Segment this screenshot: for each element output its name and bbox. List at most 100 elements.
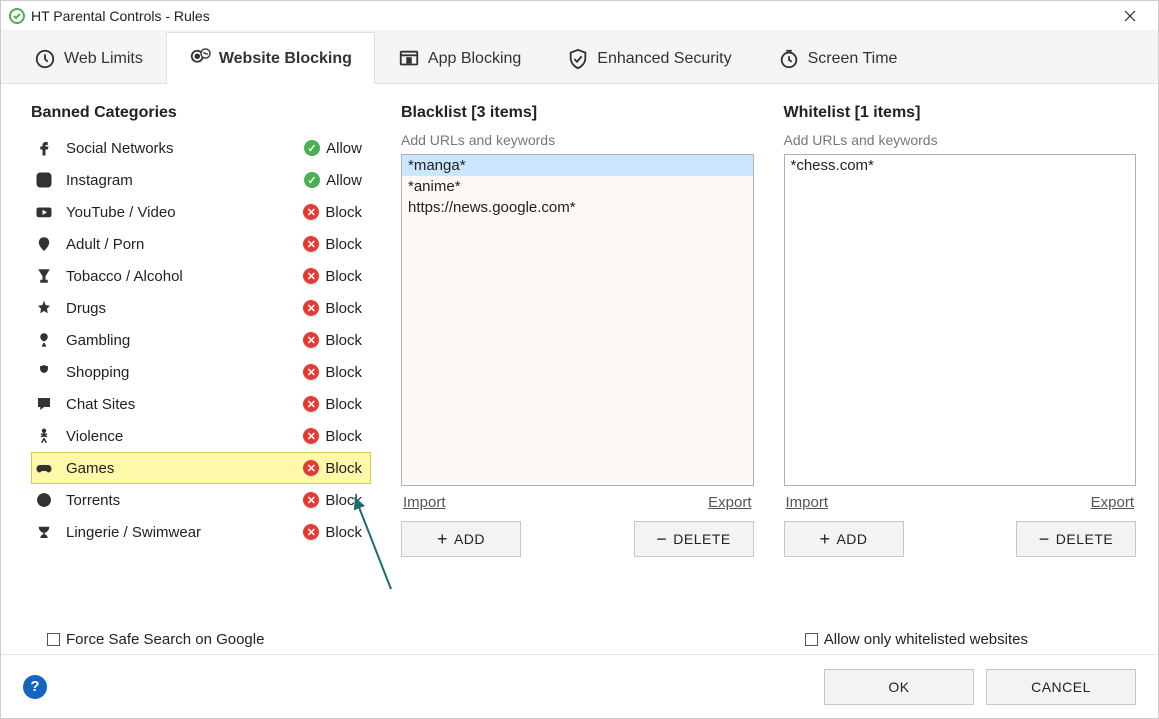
category-status[interactable]: ✕Block xyxy=(303,396,362,413)
category-status[interactable]: ✕Block xyxy=(303,332,362,349)
allow-icon: ✓ xyxy=(304,140,320,156)
tab-screen-time[interactable]: Screen Time xyxy=(755,32,921,84)
banned-heading: Banned Categories xyxy=(31,104,371,122)
block-icon: ✕ xyxy=(303,236,319,252)
blacklist-panel: Blacklist [3 items] Add URLs and keyword… xyxy=(401,104,754,621)
tab-icon xyxy=(34,48,56,70)
tab-website-blocking[interactable]: Website Blocking xyxy=(166,32,375,84)
tab-enhanced-security[interactable]: Enhanced Security xyxy=(544,32,754,84)
category-status[interactable]: ✕Block xyxy=(303,492,362,509)
category-row-lingerie-swimwear[interactable]: Lingerie / Swimwear✕Block xyxy=(31,516,371,548)
block-icon: ✕ xyxy=(303,396,319,412)
checkbox-box-icon xyxy=(805,633,818,646)
block-icon: ✕ xyxy=(303,492,319,508)
category-list: Social Networks✓AllowInstagram✓AllowYouT… xyxy=(31,132,371,548)
category-label: Lingerie / Swimwear xyxy=(66,524,303,541)
category-status[interactable]: ✓Allow xyxy=(304,172,362,189)
category-label: Tobacco / Alcohol xyxy=(66,268,303,285)
shopping-icon xyxy=(34,362,54,382)
ok-button[interactable]: OK xyxy=(824,669,974,705)
block-icon: ✕ xyxy=(303,204,319,220)
category-label: Gambling xyxy=(66,332,303,349)
category-row-chat-sites[interactable]: Chat Sites✕Block xyxy=(31,388,371,420)
list-item[interactable]: *manga* xyxy=(402,155,753,176)
category-label: Drugs xyxy=(66,300,303,317)
category-status[interactable]: ✕Block xyxy=(303,460,362,477)
block-icon: ✕ xyxy=(303,332,319,348)
category-row-tobacco-alcohol[interactable]: Tobacco / Alcohol✕Block xyxy=(31,260,371,292)
category-row-drugs[interactable]: Drugs✕Block xyxy=(31,292,371,324)
blacklist-listbox[interactable]: *manga**anime*https://news.google.com* xyxy=(401,154,754,486)
blacklist-buttons: +ADD −DELETE xyxy=(401,521,754,557)
facebook-icon xyxy=(34,138,54,158)
category-row-games[interactable]: Games✕Block xyxy=(31,452,371,484)
whitelist-panel: Whitelist [1 items] Add URLs and keyword… xyxy=(784,104,1137,621)
list-item[interactable]: *anime* xyxy=(402,176,753,197)
tab-icon xyxy=(778,48,800,70)
blacklist-add-button[interactable]: +ADD xyxy=(401,521,521,557)
category-row-torrents[interactable]: Torrents✕Block xyxy=(31,484,371,516)
block-icon: ✕ xyxy=(303,268,319,284)
tab-bar: Web LimitsWebsite BlockingApp BlockingEn… xyxy=(1,31,1158,84)
list-item[interactable]: *chess.com* xyxy=(785,155,1136,176)
close-button[interactable] xyxy=(1110,2,1150,30)
blacklist-links: Import Export xyxy=(403,494,752,511)
category-status[interactable]: ✕Block xyxy=(303,364,362,381)
category-row-gambling[interactable]: Gambling✕Block xyxy=(31,324,371,356)
tab-app-blocking[interactable]: App Blocking xyxy=(375,32,544,84)
category-row-social-networks[interactable]: Social Networks✓Allow xyxy=(31,132,371,164)
whitelist-add-button[interactable]: +ADD xyxy=(784,521,904,557)
whitelist-listbox[interactable]: *chess.com* xyxy=(784,154,1137,486)
whitelist-import-link[interactable]: Import xyxy=(786,494,829,511)
dialog-footer: ? OK CANCEL xyxy=(1,654,1158,718)
whitelist-hint: Add URLs and keywords xyxy=(784,132,1137,148)
lingerie-icon xyxy=(34,522,54,542)
drugs-icon xyxy=(34,298,54,318)
plus-icon: + xyxy=(437,529,448,550)
category-row-youtube-video[interactable]: YouTube / Video✕Block xyxy=(31,196,371,228)
tab-web-limits[interactable]: Web Limits xyxy=(11,32,166,84)
category-row-violence[interactable]: Violence✕Block xyxy=(31,420,371,452)
category-row-adult-porn[interactable]: Adult / Porn✕Block xyxy=(31,228,371,260)
category-label: Games xyxy=(66,460,303,477)
app-icon xyxy=(9,8,25,24)
category-row-instagram[interactable]: Instagram✓Allow xyxy=(31,164,371,196)
content-area: Banned Categories Social Networks✓AllowI… xyxy=(1,84,1158,631)
category-label: Violence xyxy=(66,428,303,445)
help-button[interactable]: ? xyxy=(23,675,47,699)
category-status[interactable]: ✕Block xyxy=(303,268,362,285)
blacklist-delete-button[interactable]: −DELETE xyxy=(634,521,754,557)
category-label: Chat Sites xyxy=(66,396,303,413)
torrents-icon xyxy=(34,490,54,510)
block-icon: ✕ xyxy=(303,460,319,476)
blacklist-hint: Add URLs and keywords xyxy=(401,132,754,148)
category-label: Social Networks xyxy=(66,140,304,157)
whitelist-export-link[interactable]: Export xyxy=(1091,494,1134,511)
category-status[interactable]: ✓Allow xyxy=(304,140,362,157)
blacklist-export-link[interactable]: Export xyxy=(708,494,751,511)
checkbox-box-icon xyxy=(47,633,60,646)
whitelist-delete-button[interactable]: −DELETE xyxy=(1016,521,1136,557)
instagram-icon xyxy=(34,170,54,190)
block-icon: ✕ xyxy=(303,300,319,316)
whitelist-heading: Whitelist [1 items] xyxy=(784,104,1137,122)
allow-only-whitelist-checkbox[interactable]: Allow only whitelisted websites xyxy=(805,631,1028,648)
gambling-icon xyxy=(34,330,54,350)
category-status[interactable]: ✕Block xyxy=(303,428,362,445)
list-item[interactable]: https://news.google.com* xyxy=(402,197,753,218)
violence-icon xyxy=(34,426,54,446)
plus-icon: + xyxy=(819,529,830,550)
blacklist-heading: Blacklist [3 items] xyxy=(401,104,754,122)
category-status[interactable]: ✕Block xyxy=(303,204,362,221)
force-safe-search-checkbox[interactable]: Force Safe Search on Google xyxy=(47,631,264,648)
category-status[interactable]: ✕Block xyxy=(303,236,362,253)
blacklist-import-link[interactable]: Import xyxy=(403,494,446,511)
minus-icon: − xyxy=(1039,529,1050,550)
category-row-shopping[interactable]: Shopping✕Block xyxy=(31,356,371,388)
category-status[interactable]: ✕Block xyxy=(303,524,362,541)
category-label: Torrents xyxy=(66,492,303,509)
category-label: YouTube / Video xyxy=(66,204,303,221)
category-label: Shopping xyxy=(66,364,303,381)
cancel-button[interactable]: CANCEL xyxy=(986,669,1136,705)
category-status[interactable]: ✕Block xyxy=(303,300,362,317)
